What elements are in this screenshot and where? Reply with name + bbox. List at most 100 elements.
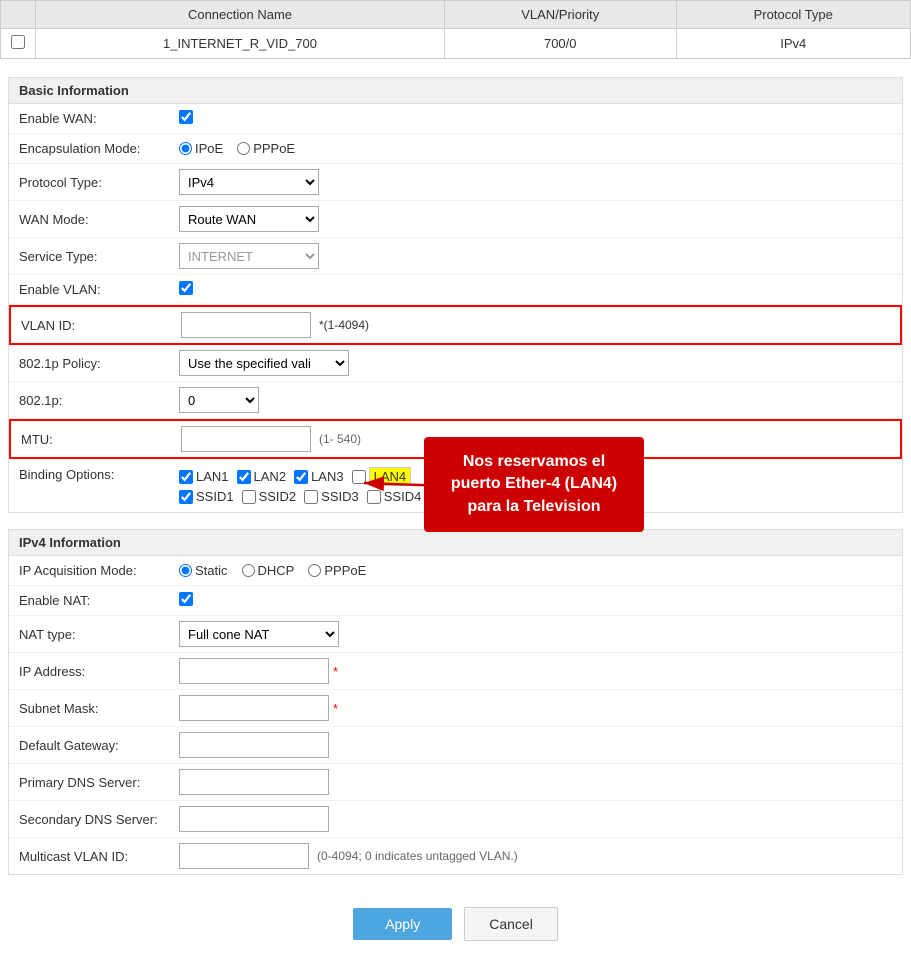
enable-vlan-control: [179, 281, 892, 298]
nat-type-control[interactable]: Full cone NAT: [179, 621, 892, 647]
mtu-input[interactable]: 1500: [181, 426, 311, 452]
enable-nat-label: Enable NAT:: [19, 593, 179, 608]
ipv4-info-section: IPv4 Information IP Acquisition Mode: St…: [8, 529, 903, 875]
ip-acq-static-option[interactable]: Static: [179, 563, 228, 578]
connection-table: Connection Name VLAN/Priority Protocol T…: [0, 0, 911, 59]
priority-8021p-control[interactable]: 0: [179, 387, 892, 413]
binding-lan2[interactable]: LAN2: [237, 469, 287, 484]
vlan-id-input[interactable]: 700: [181, 312, 311, 338]
policy-8021p-control[interactable]: Use the specified vali: [179, 350, 892, 376]
enable-wan-checkbox[interactable]: [179, 110, 193, 124]
wan-mode-row: WAN Mode: Route WAN: [9, 201, 902, 238]
multicast-vlan-hint: (0-4094; 0 indicates untagged VLAN.): [317, 849, 518, 863]
protocol-type-row: Protocol Type: IPv4: [9, 164, 902, 201]
ip-address-required: *: [333, 664, 338, 679]
row-protocol-type: IPv4: [676, 29, 910, 59]
enable-wan-control: [179, 110, 892, 127]
cancel-button[interactable]: Cancel: [464, 907, 558, 941]
enable-wan-label: Enable WAN:: [19, 111, 179, 126]
subnet-mask-control: 255.255.255.0 *: [179, 695, 892, 721]
binding-lan3[interactable]: LAN3: [294, 469, 344, 484]
ip-acq-pppoe-label: PPPoE: [324, 563, 366, 578]
enable-vlan-row: Enable VLAN:: [9, 275, 902, 305]
service-type-label: Service Type:: [19, 249, 179, 264]
primary-dns-label: Primary DNS Server:: [19, 775, 179, 790]
row-checkbox-cell[interactable]: [1, 29, 36, 59]
lan1-label: LAN1: [196, 469, 229, 484]
primary-dns-control: 1.1.1.1: [179, 769, 892, 795]
ip-acq-dhcp-option[interactable]: DHCP: [242, 563, 295, 578]
encap-ipoe-option[interactable]: IPoE: [179, 141, 223, 156]
default-gw-control: 192.168.70.1: [179, 732, 892, 758]
encap-mode-control: IPoE PPPoE: [179, 141, 892, 156]
ssid3-checkbox[interactable]: [304, 490, 318, 504]
ip-address-control: 192.168.70.100 *: [179, 658, 892, 684]
binding-lan1[interactable]: LAN1: [179, 469, 229, 484]
ssid2-checkbox[interactable]: [242, 490, 256, 504]
row-connection-name: 1_INTERNET_R_VID_700: [36, 29, 445, 59]
apply-button[interactable]: Apply: [353, 908, 452, 940]
vlan-id-control: 700 *(1-4094): [181, 312, 890, 338]
ip-acq-dhcp-radio[interactable]: [242, 564, 255, 577]
ipv4-info-header: IPv4 Information: [9, 530, 902, 556]
service-type-control[interactable]: INTERNET: [179, 243, 892, 269]
lan4-annotation: Nos reservamos el puerto Ether-4 (LAN4) …: [424, 437, 644, 532]
primary-dns-input[interactable]: 1.1.1.1: [179, 769, 329, 795]
default-gw-input[interactable]: 192.168.70.1: [179, 732, 329, 758]
encap-ipoe-radio[interactable]: [179, 142, 192, 155]
default-gw-label: Default Gateway:: [19, 738, 179, 753]
primary-dns-row: Primary DNS Server: 1.1.1.1: [9, 764, 902, 801]
lan2-label: LAN2: [254, 469, 287, 484]
wan-mode-control[interactable]: Route WAN: [179, 206, 892, 232]
binding-options-control: LAN1 LAN2 LAN3: [179, 467, 892, 504]
wan-mode-select[interactable]: Route WAN: [179, 206, 319, 232]
lan3-checkbox[interactable]: [294, 470, 308, 484]
ipv4-section-wrapper: IPv4 Information IP Acquisition Mode: St…: [8, 529, 903, 875]
ip-address-label: IP Address:: [19, 664, 179, 679]
secondary-dns-label: Secondary DNS Server:: [19, 812, 179, 827]
row-vlan-priority: 700/0: [444, 29, 676, 59]
mtu-label: MTU:: [21, 432, 181, 447]
enable-nat-checkbox[interactable]: [179, 592, 193, 606]
lan2-checkbox[interactable]: [237, 470, 251, 484]
subnet-mask-label: Subnet Mask:: [19, 701, 179, 716]
binding-ssid1[interactable]: SSID1: [179, 489, 234, 504]
table-col-protocol-type: Protocol Type: [676, 1, 910, 29]
secondary-dns-input[interactable]: 8.8.8.8: [179, 806, 329, 832]
enable-vlan-checkbox[interactable]: [179, 281, 193, 295]
subnet-mask-required: *: [333, 701, 338, 716]
lan3-label: LAN3: [311, 469, 344, 484]
binding-options-label: Binding Options:: [19, 467, 179, 482]
binding-ssid3[interactable]: SSID3: [304, 489, 359, 504]
lan1-checkbox[interactable]: [179, 470, 193, 484]
ip-acq-control: Static DHCP PPPoE: [179, 563, 892, 578]
binding-ssid2[interactable]: SSID2: [242, 489, 297, 504]
table-col-checkbox: [1, 1, 36, 29]
button-row: Apply Cancel: [8, 891, 903, 957]
nat-type-label: NAT type:: [19, 627, 179, 642]
ssid1-checkbox[interactable]: [179, 490, 193, 504]
priority-8021p-select[interactable]: 0: [179, 387, 259, 413]
priority-8021p-row: 802.1p: 0: [9, 382, 902, 419]
ip-acq-pppoe-radio[interactable]: [308, 564, 321, 577]
service-type-select[interactable]: INTERNET: [179, 243, 319, 269]
policy-8021p-select[interactable]: Use the specified vali: [179, 350, 349, 376]
ssid2-label: SSID2: [259, 489, 297, 504]
encap-pppoe-radio[interactable]: [237, 142, 250, 155]
multicast-vlan-input[interactable]: [179, 843, 309, 869]
default-gw-row: Default Gateway: 192.168.70.1: [9, 727, 902, 764]
encap-pppoe-option[interactable]: PPPoE: [237, 141, 295, 156]
basic-info-header: Basic Information: [9, 78, 902, 104]
ip-address-input[interactable]: 192.168.70.100: [179, 658, 329, 684]
protocol-type-control[interactable]: IPv4: [179, 169, 892, 195]
row-checkbox[interactable]: [11, 35, 25, 49]
protocol-type-select[interactable]: IPv4: [179, 169, 319, 195]
protocol-type-label: Protocol Type:: [19, 175, 179, 190]
vlan-id-hint: *(1-4094): [319, 318, 369, 332]
ip-acq-label: IP Acquisition Mode:: [19, 563, 179, 578]
ip-address-row: IP Address: 192.168.70.100 *: [9, 653, 902, 690]
nat-type-select[interactable]: Full cone NAT: [179, 621, 339, 647]
ip-acq-static-radio[interactable]: [179, 564, 192, 577]
subnet-mask-input[interactable]: 255.255.255.0: [179, 695, 329, 721]
ip-acq-pppoe-option[interactable]: PPPoE: [308, 563, 366, 578]
